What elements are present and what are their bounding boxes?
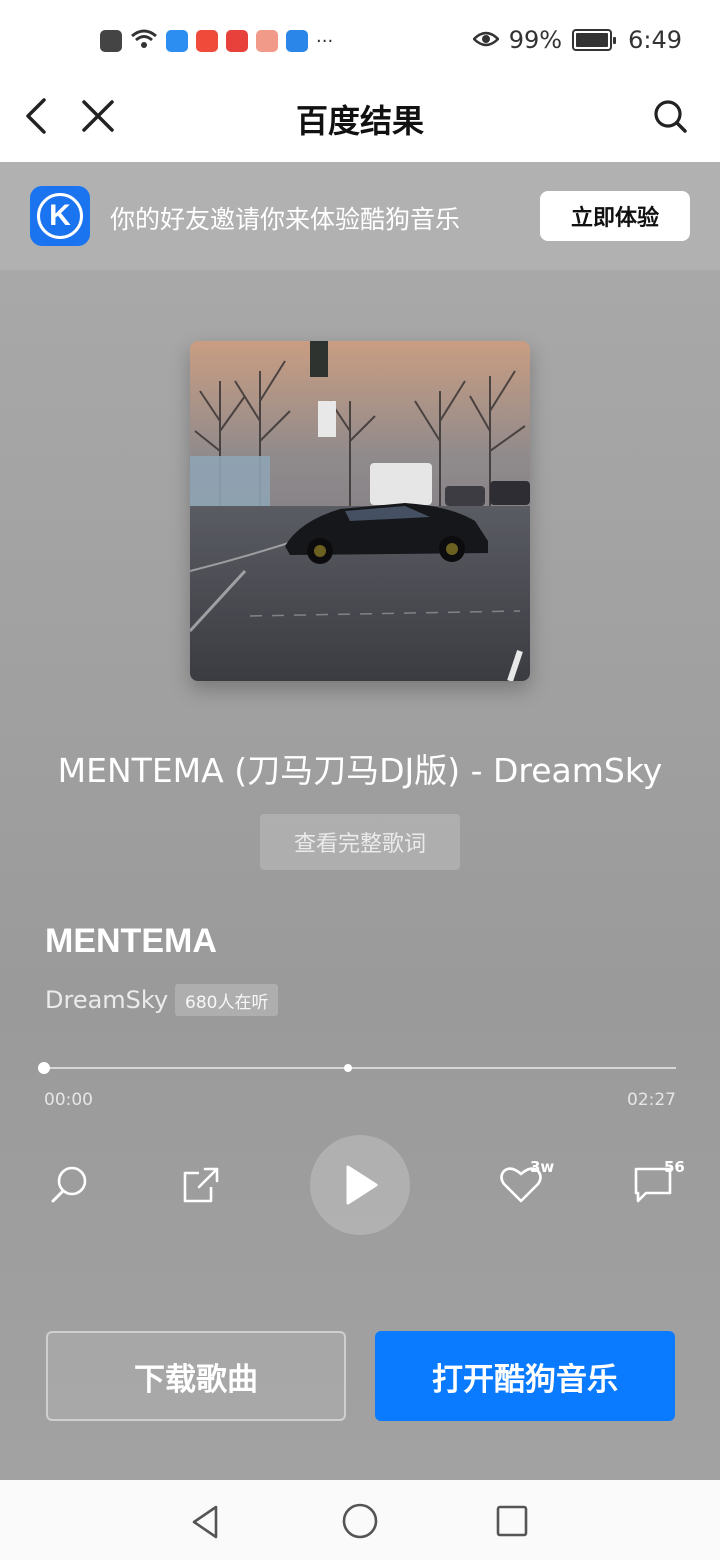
album-cover xyxy=(190,341,530,681)
notification-icons: ··· xyxy=(100,28,333,54)
page-title: 百度结果 xyxy=(295,102,424,140)
alert-icon xyxy=(100,30,122,52)
kugou-logo-letter: K xyxy=(37,193,83,239)
system-nav-bar xyxy=(0,1480,720,1560)
system-home-button[interactable] xyxy=(337,1498,383,1544)
gift-app-icon xyxy=(256,30,278,52)
weather-app-icon xyxy=(286,30,308,52)
battery-icon xyxy=(572,29,617,51)
play-button[interactable] xyxy=(310,1135,410,1235)
play-icon xyxy=(346,1165,378,1205)
total-time: 02:27 xyxy=(627,1090,676,1110)
search-icon xyxy=(654,100,687,133)
video-app-icon xyxy=(196,30,218,52)
more-notifications-icon: ··· xyxy=(316,30,334,52)
shop-app-icon xyxy=(226,30,248,52)
invite-banner: K 你的好友邀请你来体验酷狗音乐 立即体验 xyxy=(0,162,720,270)
battery-level-fill xyxy=(576,33,608,47)
share-icon xyxy=(183,1167,219,1203)
current-time: 00:00 xyxy=(44,1090,93,1110)
listener-count-badge: 680人在听 xyxy=(175,984,279,1016)
circle-home-icon xyxy=(342,1503,378,1539)
top-nav: 百度结果 xyxy=(0,80,720,162)
system-back-button[interactable] xyxy=(182,1500,228,1544)
progress-handle[interactable] xyxy=(38,1062,50,1074)
battery-percent: 99% xyxy=(508,26,563,54)
artist-name[interactable]: DreamSky xyxy=(45,986,168,1014)
try-now-button[interactable]: 立即体验 xyxy=(540,191,690,241)
search-button[interactable] xyxy=(648,94,692,138)
share-button[interactable] xyxy=(176,1160,226,1210)
like-count: 3w xyxy=(530,1158,555,1176)
album-cover-image xyxy=(190,341,530,681)
clock: 6:49 xyxy=(628,26,682,54)
system-status: 99% 6:49 xyxy=(471,26,682,54)
view-lyrics-button[interactable]: 查看完整歌词 xyxy=(260,814,460,870)
search-song-button[interactable] xyxy=(44,1160,94,1210)
triangle-back-icon xyxy=(192,1505,218,1539)
square-recents-icon xyxy=(496,1505,528,1537)
wifi-icon xyxy=(130,28,158,54)
cloud-app-icon xyxy=(166,30,188,52)
open-kugou-button[interactable]: 打开酷狗音乐 xyxy=(375,1331,675,1421)
eye-icon xyxy=(471,26,500,54)
kugou-logo: K xyxy=(30,186,90,246)
song-full-title: MENTEMA (刀马刀马DJ版) - DreamSky xyxy=(57,751,663,790)
download-song-button[interactable]: 下载歌曲 xyxy=(46,1331,346,1421)
comment-count: 56 xyxy=(664,1158,685,1176)
progress-bar[interactable] xyxy=(44,1067,676,1069)
system-recents-button[interactable] xyxy=(489,1498,535,1544)
status-bar: ··· 99% 6:49 xyxy=(0,0,720,80)
progress-buffer-marker xyxy=(344,1064,352,1072)
search-icon xyxy=(51,1166,87,1203)
song-name: MENTEMA xyxy=(45,922,217,960)
player-area: MENTEMA (刀马刀马DJ版) - DreamSky 查看完整歌词 MENT… xyxy=(0,270,720,1480)
invite-text: 你的好友邀请你来体验酷狗音乐 xyxy=(110,205,461,234)
